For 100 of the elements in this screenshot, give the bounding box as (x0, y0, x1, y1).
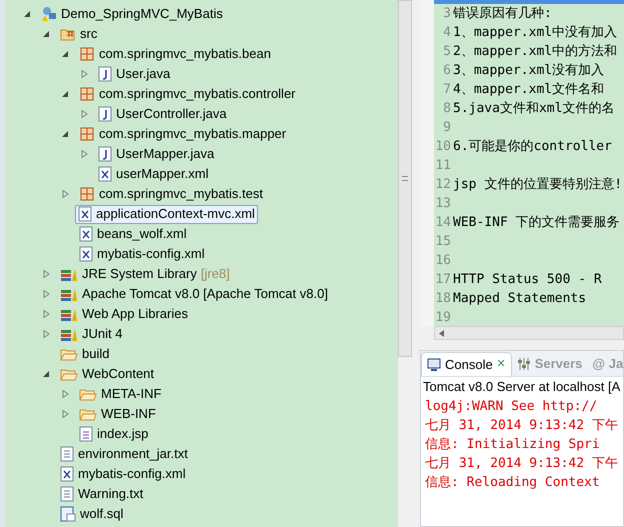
tree-item[interactable]: mybatis-config.xml (75, 244, 209, 264)
code-line: 3、mapper.xml没有加入 (452, 62, 604, 80)
text-file-icon (60, 486, 74, 502)
package-icon (79, 46, 95, 62)
code-line: 5.java文件和xml文件的名 (452, 100, 614, 118)
monitor-icon (427, 358, 441, 372)
console-line: 七月 31, 2014 9:13:42 下午 (425, 455, 619, 473)
collapsed-arrow-icon[interactable] (62, 410, 69, 418)
tree-item[interactable]: User.java (94, 64, 174, 84)
java-file-icon (98, 146, 112, 162)
tree-item[interactable]: com.springmvc_mybatis.bean (75, 44, 275, 64)
line-number: 11 (434, 156, 452, 175)
collapsed-arrow-icon[interactable] (81, 70, 88, 78)
sliders-icon (516, 357, 531, 371)
tree-item[interactable]: Warning.txt (56, 484, 148, 504)
expanded-arrow-icon[interactable] (24, 10, 31, 18)
expanded-arrow-icon[interactable] (62, 90, 69, 98)
tree-item[interactable]: UserMapper.java (94, 144, 218, 164)
scroll-left-icon (439, 330, 444, 336)
collapsed-arrow-icon[interactable] (62, 390, 69, 398)
tree-item[interactable]: environment_jar.txt (56, 444, 192, 464)
line-number: 6 (442, 62, 452, 80)
tree-item[interactable]: com.springmvc_mybatis.controller (75, 84, 300, 104)
xml-file-icon (60, 466, 74, 482)
tree-item[interactable]: com.springmvc_mybatis.test (75, 184, 267, 204)
line-number: 4 (442, 24, 452, 42)
tree-item[interactable]: UserController.java (94, 104, 231, 124)
view-tab[interactable]: Console ✕ (421, 352, 512, 376)
line-number: 18 (434, 290, 452, 308)
line-number: 14 (434, 214, 452, 232)
tree-item[interactable]: index.jsp (75, 424, 152, 444)
expanded-arrow-icon[interactable] (62, 50, 69, 58)
code-line: 2、mapper.xml中的方法和 (452, 42, 618, 61)
code-line: 错误原因有几种: (452, 4, 552, 23)
collapsed-arrow-icon[interactable] (62, 190, 69, 198)
tree-item[interactable]: Apache Tomcat v8.0 [Apache Tomcat v8.0] (56, 284, 332, 304)
tree-item[interactable]: beans_wolf.xml (75, 224, 191, 244)
line-number: 7 (442, 80, 452, 99)
line-number: 19 (434, 308, 452, 326)
code-line: 6.可能是你的controller (452, 138, 612, 156)
line-number: 16 (434, 252, 452, 270)
line-number: 3 (442, 4, 452, 23)
expanded-arrow-icon[interactable] (62, 130, 69, 138)
grip-icon (402, 176, 408, 181)
line-number: 10 (434, 138, 452, 156)
tree-item[interactable]: build (56, 344, 114, 364)
console-title: Tomcat v8.0 Server at localhost [A (422, 378, 622, 396)
sql-file-icon (60, 506, 76, 522)
expanded-arrow-icon[interactable] (43, 370, 50, 378)
code-line: 4、mapper.xml文件名和 (452, 80, 604, 99)
tree-item[interactable]: wolf.sql (56, 504, 128, 524)
tree-item[interactable]: JRE System Library [jre8] (56, 264, 234, 284)
collapsed-arrow-icon[interactable] (43, 330, 50, 338)
project-icon (41, 6, 57, 22)
console-line: 信息: Reloading Context (425, 474, 601, 492)
close-icon[interactable]: ✕ (496, 356, 506, 373)
text-editor[interactable] (420, 0, 624, 326)
expanded-arrow-icon[interactable] (43, 30, 50, 38)
tree-item[interactable]: WEB-INF (75, 404, 160, 424)
code-line: jsp 文件的位置要特别注意! (452, 176, 622, 194)
collapsed-arrow-icon[interactable] (43, 310, 50, 318)
console-line: 信息: Initializing Spri (425, 436, 601, 454)
xml-file-icon (79, 226, 93, 242)
horizontal-scrollbar[interactable] (434, 326, 624, 340)
tree-item[interactable]: src (56, 24, 102, 44)
console-line: log4j:WARN See http:// (425, 398, 598, 416)
collapsed-arrow-icon[interactable] (43, 270, 50, 278)
xml-file-icon (78, 206, 92, 222)
tree-item[interactable]: WebContent (56, 364, 158, 384)
package-icon (79, 126, 95, 142)
package-icon (79, 86, 95, 102)
line-number: 5 (442, 42, 452, 61)
tree-item[interactable]: JUnit 4 (56, 324, 126, 344)
tree-item[interactable]: mybatis-config.xml (56, 464, 190, 484)
code-line: HTTP Status 500 - R (452, 270, 602, 289)
line-number: 8 (442, 100, 452, 118)
code-line: WEB-INF 下的文件需要服务 (452, 214, 620, 232)
tree-item[interactable]: Demo_SpringMVC_MyBatis (37, 4, 227, 24)
tree-item[interactable]: com.springmvc_mybatis.mapper (75, 124, 290, 144)
tree-item[interactable]: userMapper.xml (94, 164, 212, 184)
collapsed-arrow-icon[interactable] (43, 290, 50, 298)
tree-item[interactable]: META-INF (75, 384, 166, 404)
code-line: Mapped Statements (452, 290, 586, 308)
line-number: 17 (434, 270, 452, 289)
jsp-file-icon (79, 426, 93, 442)
code-line: 1、mapper.xml中没有加入 (452, 24, 618, 42)
package-icon (79, 186, 95, 202)
collapsed-arrow-icon[interactable] (81, 150, 88, 158)
collapsed-arrow-icon[interactable] (81, 110, 88, 118)
line-number: 12 (434, 176, 452, 194)
vertical-scrollbar[interactable] (398, 0, 412, 357)
line-number: 9 (442, 118, 452, 137)
line-number: 15 (434, 232, 452, 251)
text-file-icon (60, 446, 74, 462)
xml-file-icon (79, 246, 93, 262)
tree-item[interactable]: Web App Libraries (56, 304, 192, 324)
tree-item[interactable]: applicationContext-mvc.xml (75, 204, 258, 224)
line-number: 13 (434, 194, 452, 213)
console-line: 七月 31, 2014 9:13:42 下午 (425, 417, 619, 435)
java-file-icon (98, 66, 112, 82)
